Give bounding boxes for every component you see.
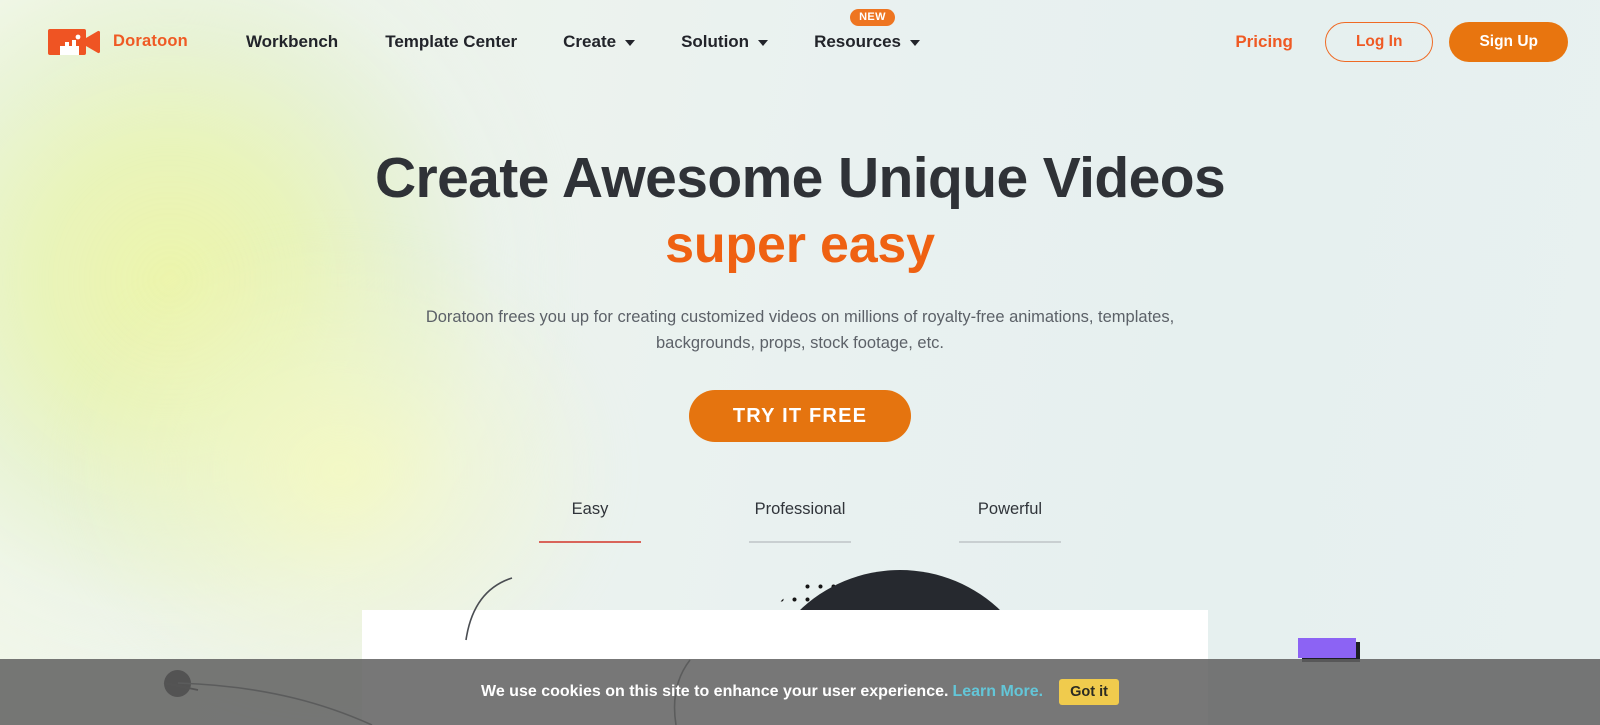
nav-item-create[interactable]: Create [563,31,636,52]
tab-professional[interactable]: Professional [749,500,851,543]
login-button[interactable]: Log In [1324,21,1434,62]
hero-subtitle: Doratoon frees you up for creating custo… [425,307,1175,352]
nav-label: Create [563,31,617,51]
tab-active-indicator [539,541,641,543]
tab-easy[interactable]: Easy [539,500,641,543]
cookie-banner: We use cookies on this site to enhance y… [0,659,1600,725]
chevron-down-icon [910,40,920,46]
logo[interactable]: Doratoon [48,25,188,59]
nav-item-solution[interactable]: Solution [681,31,769,52]
feature-tabs: Easy Professional Powerful [0,500,1600,543]
main-nav: Workbench Template Center Create Solutio… [246,0,966,83]
nav-item-template-center[interactable]: Template Center [385,32,517,52]
pricing-link[interactable]: Pricing [1235,32,1293,52]
tab-indicator [749,541,851,543]
nav-label: Resources [814,31,901,51]
cookie-message: We use cookies on this site to enhance y… [481,683,949,700]
nav-label: Template Center [385,31,518,51]
tab-powerful[interactable]: Powerful [959,500,1061,543]
tab-label: Powerful [977,500,1043,518]
got-it-button[interactable]: Got it [1059,679,1119,705]
video-camera-icon [48,28,100,55]
hero-heading-line1: Create Awesome Unique Videos [374,146,1226,210]
site-header: Doratoon Workbench Template Center Creat… [0,0,1600,83]
page-title: Create Awesome Unique Videos super easy [0,148,1600,274]
chevron-down-icon [758,40,769,46]
nav-label: Solution [681,31,750,51]
hero-cta-container: TRY IT FREE [0,389,1600,442]
hero-heading-line2: super easy [665,215,935,274]
signup-button[interactable]: Sign Up [1449,21,1568,62]
try-it-free-button[interactable]: TRY IT FREE [688,389,912,442]
header-actions: Pricing Log In Sign Up [1235,21,1568,62]
learn-more-link[interactable]: Learn More. [952,683,1043,701]
tab-indicator [959,541,1061,543]
nav-item-resources[interactable]: NEW Resources [814,8,920,52]
tab-label: Easy [571,500,609,518]
chevron-down-icon [625,40,636,46]
tab-label: Professional [754,500,846,518]
nav-label: Workbench [245,31,339,51]
new-badge: NEW [850,8,895,27]
logo-text: Doratoon [113,32,188,50]
nav-item-workbench[interactable]: Workbench [246,32,338,52]
